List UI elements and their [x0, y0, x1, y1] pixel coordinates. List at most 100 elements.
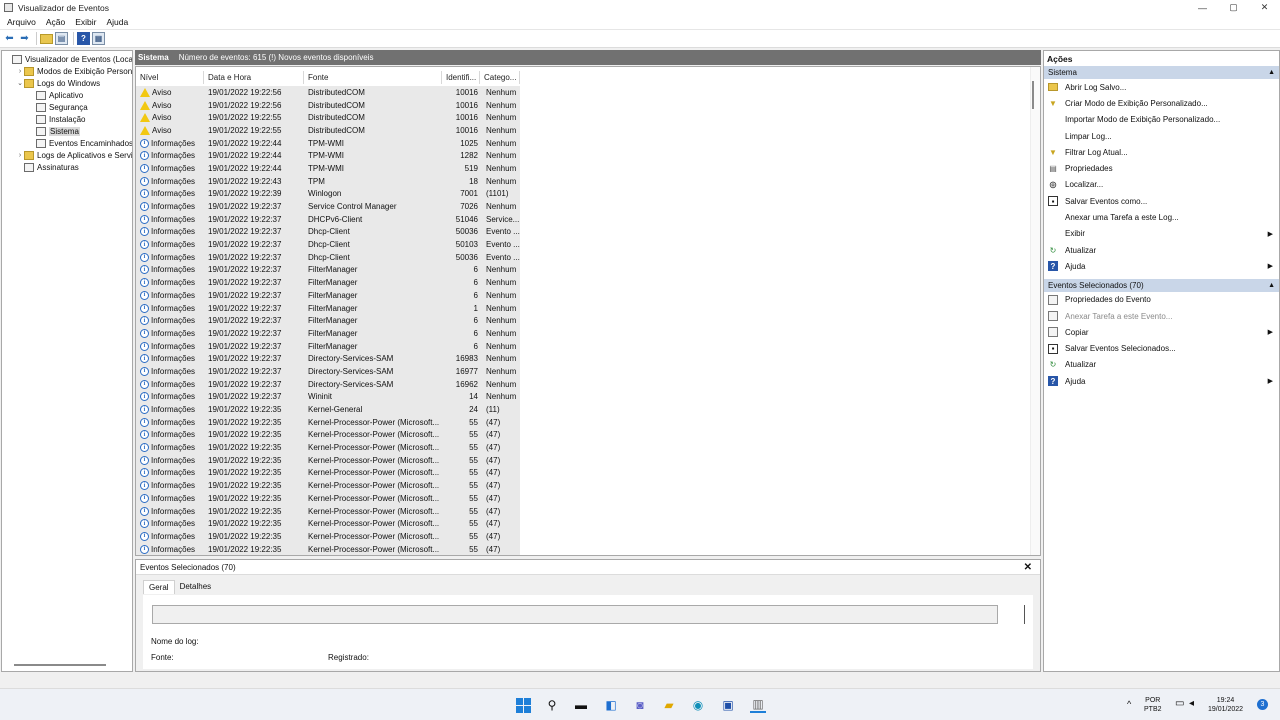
event-row[interactable]: i Informações 19/01/2022 19:22:35 Kernel-Ge…: [136, 403, 520, 416]
back-arrow-icon[interactable]: ⬅: [3, 32, 16, 45]
event-row[interactable]: i Informações 19/01/2022 19:22:37 Wininit 14…: [136, 390, 520, 404]
tab-general[interactable]: Geral: [143, 580, 175, 594]
action-find[interactable]: ◎ Localizar...: [1044, 177, 1279, 193]
event-row[interactable]: i Informações 19/01/2022 19:22:43 TPM 18 Nenh…: [136, 174, 520, 188]
expand-chevron-icon[interactable]: ›: [16, 68, 24, 75]
tree-forwarded[interactable]: Eventos Encaminhados: [28, 137, 132, 149]
volume-icon[interactable]: ◂: [1189, 699, 1194, 709]
event-row[interactable]: Aviso 19/01/2022 19:22:56 DistributedCOM 10…: [136, 98, 520, 112]
chat-icon[interactable]: ◙: [632, 697, 648, 713]
action-copy[interactable]: Copiar ▶: [1044, 324, 1279, 340]
action-properties[interactable]: ▤ Propriedades: [1044, 160, 1279, 176]
event-row[interactable]: i Informações 19/01/2022 19:22:39 Winlogon 7…: [136, 187, 520, 201]
actions-section-selected[interactable]: Eventos Selecionados (70) ▲: [1044, 278, 1279, 292]
tree-subscriptions[interactable]: Assinaturas: [16, 161, 79, 173]
event-row[interactable]: i Informações 19/01/2022 19:22:37 Directory…: [136, 377, 520, 391]
event-row[interactable]: i Informações 19/01/2022 19:22:37 Directory…: [136, 365, 520, 378]
input-language-indicator[interactable]: POR PTB2: [1144, 696, 1162, 714]
event-row[interactable]: i Informações 19/01/2022 19:22:37 FilterMan…: [136, 339, 520, 353]
close-button[interactable]: ✕: [1249, 0, 1280, 15]
event-row[interactable]: i Informações 19/01/2022 19:22:35 Kernel-Pr…: [136, 479, 520, 492]
show-hide-tree-icon[interactable]: ▤: [55, 32, 68, 45]
event-description-box[interactable]: [152, 605, 998, 624]
collapse-icon[interactable]: ▲: [1268, 69, 1275, 76]
event-row[interactable]: Aviso 19/01/2022 19:22:56 DistributedCOM 10…: [136, 86, 520, 99]
expand-chevron-icon[interactable]: ›: [16, 152, 24, 159]
action-attach-task-event[interactable]: Anexar Tarefa a este Evento...: [1044, 308, 1279, 324]
menu-view[interactable]: Exibir: [75, 17, 96, 27]
widgets-icon[interactable]: ◧: [603, 697, 619, 713]
event-row[interactable]: i Informações 19/01/2022 19:22:35 Kernel-Pr…: [136, 542, 520, 555]
tree-setup[interactable]: Instalação: [28, 113, 85, 125]
event-row[interactable]: i Informações 19/01/2022 19:22:37 Dhcp-Clie…: [136, 250, 520, 264]
event-viewer-taskbar-icon[interactable]: ▥: [750, 697, 766, 713]
action-event-properties[interactable]: Propriedades do Evento: [1044, 292, 1279, 308]
event-row[interactable]: i Informações 19/01/2022 19:22:37 FilterMan…: [136, 314, 520, 328]
tree-root[interactable]: Visualizador de Eventos (Local): [4, 53, 132, 65]
event-row[interactable]: i Informações 19/01/2022 19:22:37 FilterMan…: [136, 289, 520, 302]
event-row[interactable]: i Informações 19/01/2022 19:22:35 Kernel-Pr…: [136, 504, 520, 518]
event-row[interactable]: i Informações 19/01/2022 19:22:44 TPM-WMI 10…: [136, 136, 520, 150]
clock[interactable]: 19:24 19/01/2022: [1208, 696, 1243, 714]
tree-app-services-logs[interactable]: › Logs de Aplicativos e Serviços: [16, 149, 132, 161]
menu-file[interactable]: Arquivo: [7, 17, 36, 27]
action-open-saved-log[interactable]: Abrir Log Salvo...: [1044, 79, 1279, 95]
event-row[interactable]: i Informações 19/01/2022 19:22:35 Kernel-Pr…: [136, 415, 520, 429]
action-attach-task-log[interactable]: Anexar uma Tarefa a este Log...: [1044, 209, 1279, 225]
event-row[interactable]: i Informações 19/01/2022 19:22:37 Directory…: [136, 352, 520, 366]
action-help-2[interactable]: ? Ajuda ▶: [1044, 373, 1279, 389]
event-row[interactable]: Aviso 19/01/2022 19:22:55 DistributedCOM 10…: [136, 124, 520, 137]
scrollbar-thumb[interactable]: [1032, 81, 1034, 109]
folder-up-icon[interactable]: [40, 33, 53, 44]
tree-horizontal-scrollbar[interactable]: [14, 664, 106, 666]
event-row[interactable]: i Informações 19/01/2022 19:22:35 Kernel-Pr…: [136, 492, 520, 505]
action-refresh-2[interactable]: ↻ Atualizar: [1044, 357, 1279, 373]
windows-start-icon[interactable]: [515, 697, 531, 713]
tree-security[interactable]: Segurança: [28, 101, 88, 113]
help-icon[interactable]: ?: [77, 32, 90, 45]
event-row[interactable]: i Informações 19/01/2022 19:22:35 Kernel-Pr…: [136, 530, 520, 543]
tree-system[interactable]: Sistema: [28, 125, 80, 137]
action-filter-log[interactable]: ▼ Filtrar Log Atual...: [1044, 144, 1279, 160]
event-row[interactable]: i Informações 19/01/2022 19:22:37 Service C…: [136, 200, 520, 213]
minimize-button[interactable]: —: [1187, 0, 1218, 15]
column-source[interactable]: Fonte: [304, 71, 442, 84]
event-row[interactable]: i Informações 19/01/2022 19:22:35 Kernel-Pr…: [136, 428, 520, 442]
event-row[interactable]: i Informações 19/01/2022 19:22:37 Dhcp-Clie…: [136, 225, 520, 239]
maximize-button[interactable]: ▢: [1218, 0, 1249, 15]
menu-action[interactable]: Ação: [46, 17, 65, 27]
expand-chevron-icon[interactable]: ⌄: [16, 79, 24, 87]
event-row[interactable]: i Informações 19/01/2022 19:22:37 FilterMan…: [136, 301, 520, 315]
event-row[interactable]: i Informações 19/01/2022 19:22:35 Kernel-Pr…: [136, 466, 520, 480]
action-import-custom-view[interactable]: Importar Modo de Exibição Personalizado.…: [1044, 112, 1279, 128]
event-row[interactable]: i Informações 19/01/2022 19:22:44 TPM-WMI 51…: [136, 162, 520, 175]
notification-badge[interactable]: 3: [1257, 699, 1268, 710]
actions-section-system[interactable]: Sistema ▲: [1044, 66, 1279, 79]
action-help[interactable]: ? Ajuda ▶: [1044, 258, 1279, 274]
event-row[interactable]: i Informações 19/01/2022 19:22:37 DHCPv6-Cl…: [136, 212, 520, 226]
forward-arrow-icon[interactable]: ➡: [18, 32, 31, 45]
action-save-events-as[interactable]: ▪ Salvar Eventos como...: [1044, 193, 1279, 209]
column-level[interactable]: Nível: [136, 71, 204, 84]
detail-close-icon[interactable]: ✕: [1024, 562, 1032, 573]
event-row[interactable]: i Informações 19/01/2022 19:22:44 TPM-WMI 12…: [136, 149, 520, 163]
file-explorer-icon[interactable]: ▰: [661, 697, 677, 713]
collapse-icon[interactable]: ▲: [1268, 282, 1275, 289]
vertical-scrollbar[interactable]: [1030, 67, 1040, 555]
event-row[interactable]: i Informações 19/01/2022 19:22:35 Kernel-Pr…: [136, 453, 520, 467]
event-row[interactable]: i Informações 19/01/2022 19:22:35 Kernel-Pr…: [136, 517, 520, 531]
action-clear-log[interactable]: Limpar Log...: [1044, 128, 1279, 144]
action-view[interactable]: Exibir ▶: [1044, 226, 1279, 242]
column-date-time[interactable]: Data e Hora: [204, 71, 304, 84]
show-hide-actions-icon[interactable]: ▦: [92, 32, 105, 45]
action-refresh[interactable]: ↻ Atualizar: [1044, 242, 1279, 258]
action-save-selected[interactable]: ▪ Salvar Eventos Selecionados...: [1044, 340, 1279, 356]
menu-help[interactable]: Ajuda: [106, 17, 128, 27]
show-hidden-icons-chevron-icon[interactable]: ^: [1127, 700, 1131, 709]
event-row[interactable]: i Informações 19/01/2022 19:22:37 FilterMan…: [136, 327, 520, 340]
event-row[interactable]: i Informações 19/01/2022 19:22:37 FilterMan…: [136, 276, 520, 289]
search-icon[interactable]: ⚲: [544, 697, 560, 713]
action-create-custom-view[interactable]: ▼ Criar Modo de Exibição Personalizado...: [1044, 95, 1279, 111]
network-icon[interactable]: ▭: [1175, 699, 1184, 709]
tree-custom-views[interactable]: › Modos de Exibição Personalizados: [16, 65, 132, 77]
